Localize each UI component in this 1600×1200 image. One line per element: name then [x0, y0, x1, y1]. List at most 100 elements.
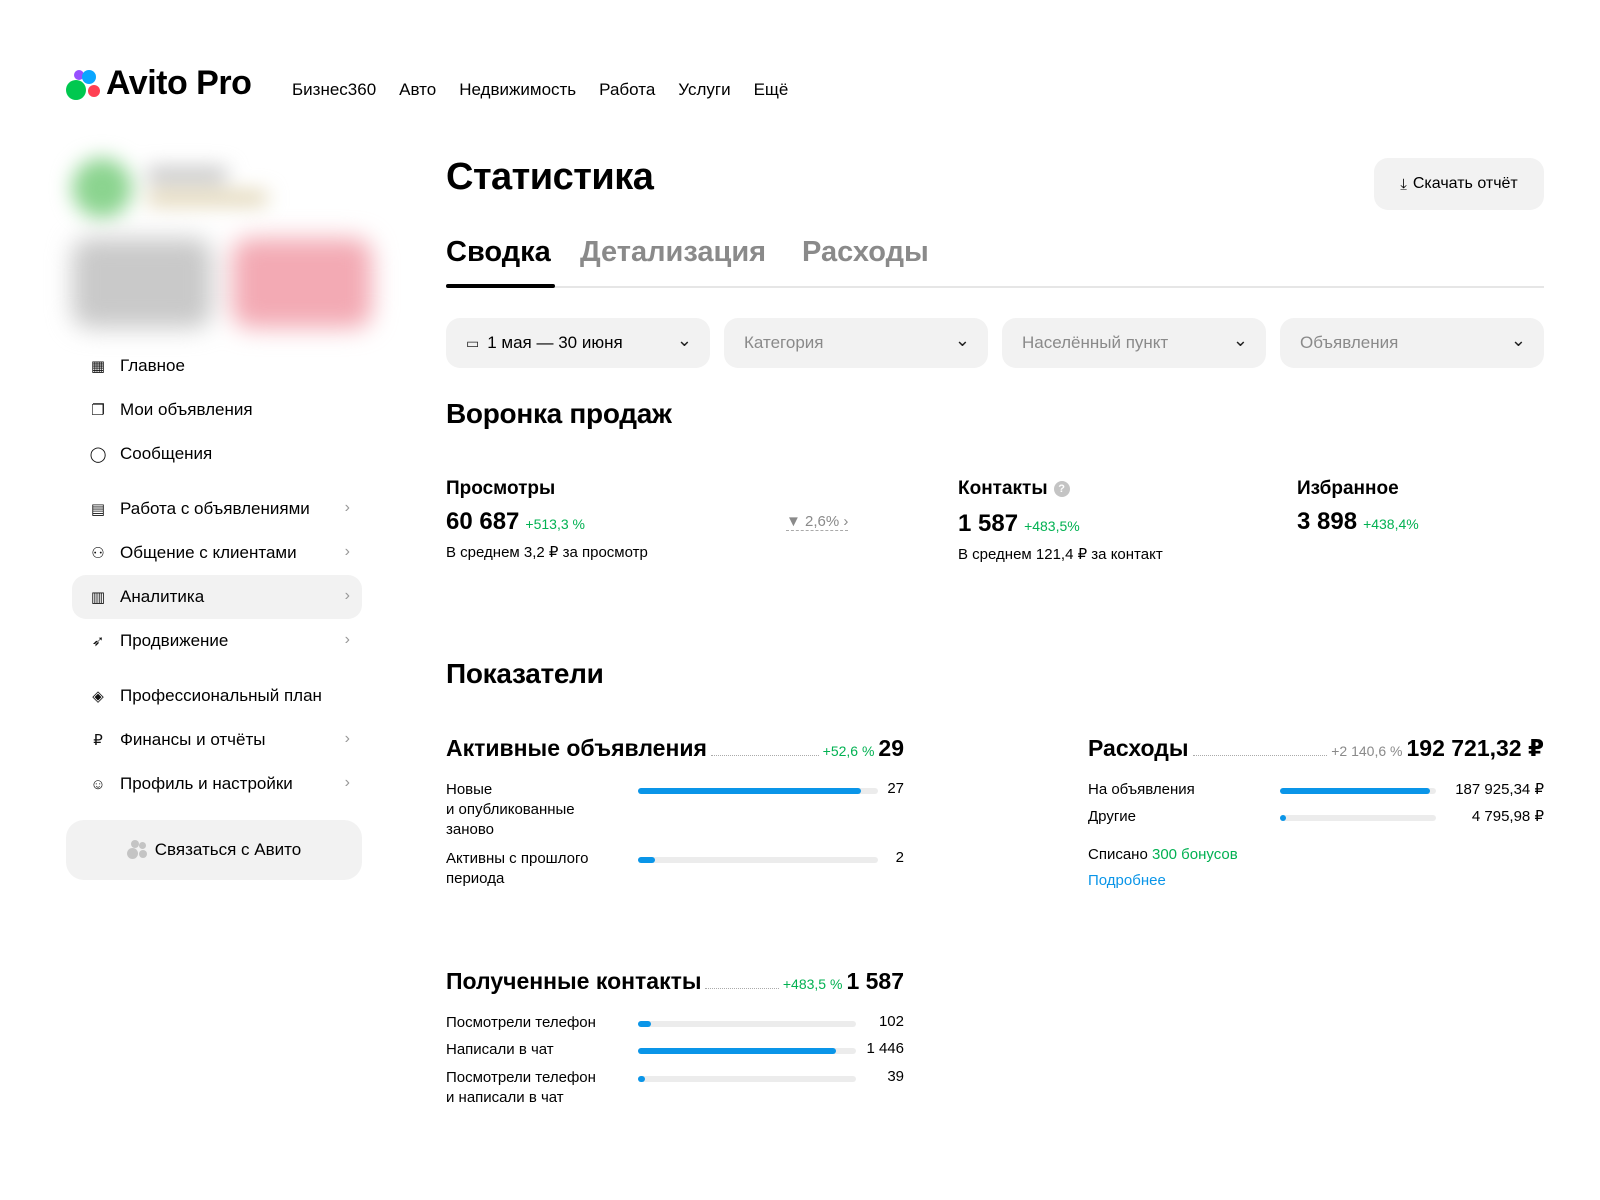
contacts-row-chat-label: Написали в чат — [446, 1041, 554, 1058]
nav-auto[interactable]: Авто — [399, 80, 436, 100]
expenses-row-ads-value: 187 925,34 ₽ — [1455, 781, 1544, 798]
filter-funnel-icon: ▼ — [786, 513, 801, 530]
progress-bar — [638, 857, 878, 863]
expenses-header: Расходы +2 140,6 % 192 721,32 ₽ — [1088, 735, 1544, 762]
calendar-list-icon: ▤ — [90, 501, 106, 518]
expenses-value: 192 721,32 ₽ — [1406, 735, 1544, 761]
download-icon: ⤓ — [1400, 175, 1407, 193]
sidebar-item-profile[interactable]: ☺ Профиль и настройки › — [72, 762, 362, 806]
sidebar-item-label: Сообщения — [120, 444, 213, 463]
chevron-right-icon: › — [344, 543, 350, 560]
ruble-icon: ₽ — [93, 732, 103, 749]
active-ads-row-new-value: 27 — [887, 780, 904, 797]
contacts-title: Полученные контакты — [446, 968, 702, 994]
contacts-change: +483,5% — [1024, 518, 1080, 534]
sidebar-item-label: Продвижение — [120, 631, 229, 650]
profile-circle-icon: ☺ — [90, 775, 106, 793]
nav-more[interactable]: Ещё — [754, 80, 789, 100]
nav-realty[interactable]: Недвижимость — [459, 80, 576, 100]
chevron-right-icon: › — [843, 513, 849, 530]
active-ads-change: +52,6 % — [822, 743, 875, 759]
chevron-down-icon: ⌄ — [676, 330, 692, 350]
contacts-block-value: 1 587 — [846, 968, 904, 994]
progress-bar-fill — [638, 1076, 645, 1082]
tab-details[interactable]: Детализация — [580, 236, 766, 269]
contacts-row-phone-label: Посмотрели телефон — [446, 1014, 596, 1031]
nav-business360[interactable]: Бизнес360 — [292, 80, 376, 100]
progress-bar — [1280, 815, 1436, 821]
ads-select[interactable]: Объявления ⌄ — [1280, 318, 1544, 368]
views-change: +513,3 % — [525, 516, 585, 532]
sidebar-item-ads-work[interactable]: ▤ Работа с объявлениями › — [72, 487, 362, 531]
tab-summary[interactable]: Сводка — [446, 236, 551, 269]
expenses-title: Расходы — [1088, 735, 1189, 761]
chevron-down-icon: ⌄ — [954, 330, 970, 350]
favorites-change: +438,4% — [1363, 516, 1419, 532]
tabs: Сводка Детализация Расходы — [446, 232, 1544, 288]
chevron-down-icon: ⌄ — [1510, 330, 1526, 350]
active-ads-block: Активные объявления +52,6 % 29 Новые и о… — [446, 735, 904, 887]
tab-expenses[interactable]: Расходы — [802, 236, 929, 269]
date-range-value: 1 мая — 30 июня — [487, 333, 623, 352]
diamond-icon: ◈ — [92, 688, 104, 705]
contacts-row-phone-value: 102 — [878, 1013, 904, 1030]
sidebar-item-label: Мои объявления — [120, 400, 253, 419]
sidebar-item-pro-plan[interactable]: ◈ Профессиональный план — [72, 674, 362, 718]
help-icon[interactable]: ? — [1053, 481, 1070, 497]
progress-bar-fill — [1280, 815, 1287, 821]
top-nav: Бизнес360 Авто Недвижимость Работа Услуг… — [292, 80, 788, 100]
copy-icon: ❐ — [91, 402, 105, 419]
views-label: Просмотры — [446, 478, 556, 499]
download-report-button[interactable]: ⤓ Скачать отчёт — [1374, 158, 1544, 210]
contacts-header: Полученные контакты +483,5 % 1 587 — [446, 968, 904, 995]
nav-services[interactable]: Услуги — [678, 80, 730, 100]
progress-bar-fill — [638, 1021, 652, 1027]
category-select[interactable]: Категория ⌄ — [724, 318, 988, 368]
chevron-right-icon: › — [344, 730, 350, 747]
contacts-block-change: +483,5 % — [782, 976, 843, 992]
conversion-link[interactable]: ▼ 2,6% › — [786, 513, 849, 531]
sidebar-item-label: Главное — [120, 356, 185, 375]
views-value-group: 60 687 +513,3 % — [446, 508, 585, 536]
progress-bar-fill — [1280, 788, 1430, 794]
favorites-value: 3 898 — [1297, 508, 1358, 535]
sidebar-item-promotion[interactable]: ➶ Продвижение › — [72, 619, 362, 663]
page-title: Статистика — [446, 156, 654, 198]
progress-bar — [638, 1076, 856, 1082]
favorites-label: Избранное — [1297, 478, 1399, 499]
rocket-icon: ➶ — [91, 633, 105, 650]
contact-avito-label: Связаться с Авито — [154, 840, 302, 859]
sidebar-item-analytics[interactable]: ▥ Аналитика › — [72, 575, 362, 619]
chevron-right-icon: › — [344, 774, 350, 791]
expenses-row-other-label: Другие — [1088, 808, 1137, 825]
nav-jobs[interactable]: Работа — [599, 80, 655, 100]
avito-dots-icon — [126, 840, 149, 860]
calendar-icon: ▭ — [466, 334, 480, 351]
written-off-text: Списано 300 бонусов — [1088, 846, 1238, 863]
progress-bar-fill — [638, 788, 862, 794]
sidebar-item-label: Общение с клиентами — [120, 543, 297, 562]
city-select[interactable]: Населённый пункт ⌄ — [1002, 318, 1266, 368]
chevron-down-icon: ⌄ — [1232, 330, 1248, 350]
date-range-select[interactable]: ▭ 1 мая — 30 июня ⌄ — [446, 318, 710, 368]
expenses-row-ads-label: На объявления — [1088, 781, 1195, 798]
funnel-title: Воронка продаж — [446, 398, 672, 429]
more-details-link[interactable]: Подробнее — [1088, 872, 1166, 889]
grid-icon: ▦ — [90, 358, 106, 375]
sidebar-item-finance[interactable]: ₽ Финансы и отчёты › — [72, 718, 362, 762]
chevron-right-icon: › — [344, 587, 350, 604]
expenses-row-other-value: 4 795,98 ₽ — [1471, 808, 1544, 825]
sidebar-item-clients[interactable]: ⚇ Общение с клиентами › — [72, 531, 362, 575]
contacts-value-group: 1 587 +483,5% — [958, 510, 1080, 538]
chat-bubble-icon: ◯ — [89, 446, 107, 463]
expenses-change: +2 140,6 % — [1331, 743, 1403, 759]
sidebar-item-my-ads[interactable]: ❐ Мои объявления — [72, 388, 362, 432]
sidebar-item-home[interactable]: ▦ Главное — [72, 344, 362, 388]
blurred-profile[interactable] — [72, 158, 282, 218]
avito-pro-logo[interactable]: Avito Pro — [66, 64, 252, 103]
contact-avito-button[interactable]: Связаться с Авито — [66, 820, 362, 880]
conversion-value: 2,6% — [805, 513, 840, 530]
progress-bar — [1280, 788, 1436, 794]
sidebar-item-messages[interactable]: ◯ Сообщения — [72, 432, 362, 476]
chevron-right-icon: › — [344, 499, 350, 516]
